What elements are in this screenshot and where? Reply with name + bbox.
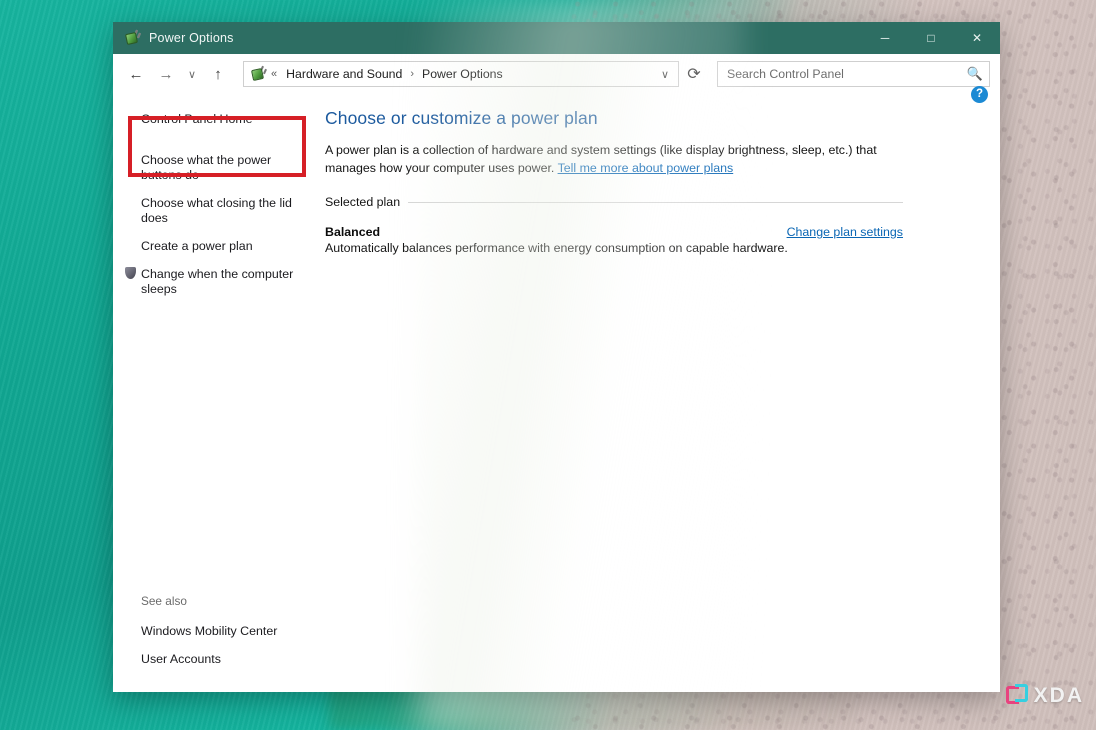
sidebar-item-create-power-plan[interactable]: Create a power plan (127, 237, 302, 256)
breadcrumb-power-options[interactable]: Power Options (420, 65, 505, 83)
sidebar-item-change-when-computer-sleeps[interactable]: Change when the computer sleeps (125, 265, 302, 299)
window-title: Power Options (149, 31, 234, 45)
tell-me-more-link[interactable]: Tell me more about power plans (558, 161, 734, 175)
search-input[interactable] (727, 67, 963, 81)
back-button[interactable]: ← (121, 59, 151, 89)
navigation-bar: ← → ∨ ↑ « Hardware and Sound › Power Opt… (113, 54, 1000, 94)
xda-watermark: XDA (1005, 683, 1084, 707)
up-button[interactable]: ↑ (203, 59, 233, 89)
maximize-button[interactable]: □ (908, 22, 954, 54)
xda-wordmark: XDA (1033, 683, 1084, 707)
see-also-windows-mobility-center[interactable]: Windows Mobility Center (127, 622, 302, 641)
sidebar-item-choose-closing-lid[interactable]: Choose what closing the lid does (127, 194, 302, 228)
sidebar-item-control-panel-home[interactable]: Control Panel Home (127, 110, 302, 129)
plan-description: Automatically balances performance with … (325, 241, 788, 255)
selected-plan-group-header: Selected plan (325, 195, 903, 209)
address-chevron-down-icon[interactable]: ∨ (654, 62, 676, 86)
see-also-label: See also (141, 594, 187, 608)
see-also-section: See also Windows Mobility Center User Ac… (127, 594, 315, 692)
see-also-user-accounts[interactable]: User Accounts (127, 650, 302, 669)
plan-name: Balanced (325, 225, 381, 239)
page-description: A power plan is a collection of hardware… (325, 141, 907, 177)
help-icon[interactable]: ? (971, 86, 988, 103)
breadcrumb-overflow-icon[interactable]: « (271, 68, 277, 80)
xda-logo-icon (1005, 684, 1028, 706)
address-power-plug-icon (250, 65, 267, 82)
search-box[interactable]: 🔍 (717, 61, 990, 87)
power-options-window: Power Options ─ □ ✕ ← → ∨ ↑ « Hardware a… (113, 22, 1000, 692)
sidebar: Control Panel Home Choose what the power… (113, 94, 325, 692)
refresh-icon[interactable]: ⟳ (681, 61, 707, 87)
sidebar-item-choose-power-buttons[interactable]: Choose what the power buttons do (127, 151, 302, 185)
address-bar[interactable]: « Hardware and Sound › Power Options ∨ (243, 61, 679, 87)
close-button[interactable]: ✕ (954, 22, 1000, 54)
main-content: ? Choose or customize a power plan A pow… (325, 86, 1000, 692)
recent-locations-chevron-down-icon[interactable]: ∨ (181, 59, 203, 89)
window-titlebar[interactable]: Power Options ─ □ ✕ (113, 22, 1000, 54)
plan-row: Balanced Change plan settings (325, 225, 903, 239)
window-content-area: Control Panel Home Choose what the power… (113, 86, 1000, 692)
change-plan-settings-link[interactable]: Change plan settings (787, 225, 903, 239)
power-plug-icon (124, 29, 141, 46)
selected-plan-label: Selected plan (325, 195, 401, 209)
page-title: Choose or customize a power plan (325, 108, 598, 128)
breadcrumb-hardware-and-sound[interactable]: Hardware and Sound (284, 65, 404, 83)
minimize-button[interactable]: ─ (862, 22, 908, 54)
search-icon[interactable]: 🔍 (963, 66, 983, 82)
desktop-wallpaper: Power Options ─ □ ✕ ← → ∨ ↑ « Hardware a… (0, 0, 1096, 730)
breadcrumb-separator-icon: › (410, 68, 415, 80)
forward-button[interactable]: → (151, 59, 181, 89)
group-divider (408, 201, 903, 203)
window-controls: ─ □ ✕ (862, 22, 1000, 54)
